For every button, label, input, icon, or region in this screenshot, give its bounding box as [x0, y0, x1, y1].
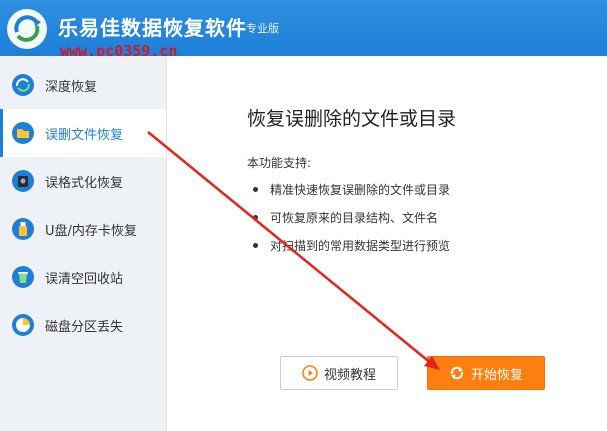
feature-item: 精准快速恢复误删除的文件或目录 [253, 181, 450, 198]
sidebar-item-partition-lost[interactable]: 磁盘分区丢失 [0, 301, 166, 349]
recycle-bin-icon [11, 265, 35, 289]
video-tutorial-button[interactable]: 视频教程 [280, 356, 398, 390]
disk-icon [11, 169, 35, 193]
app-title: 乐易佳数据恢复软件 [58, 16, 247, 40]
sidebar-item-usb-recovery[interactable]: U盘/内存卡恢复 [0, 205, 166, 253]
sidebar-item-label: 磁盘分区丢失 [45, 319, 124, 335]
sidebar-item-label: 误格式化恢复 [45, 175, 124, 191]
title-bar: 乐易佳数据恢复软件 专业版 www.pc0359.cn [0, 0, 607, 60]
support-label: 本功能支持: [247, 156, 312, 170]
refresh-icon [449, 365, 465, 381]
start-recovery-button[interactable]: 开始恢复 [427, 356, 545, 390]
sidebar-item-label: 深度恢复 [45, 79, 98, 95]
feature-text: 对扫描到的常用数据类型进行预览 [270, 239, 451, 253]
bullet-icon [253, 215, 258, 220]
sidebar: 深度恢复 误删文件恢复 误格式化恢复 U盘/内存卡恢复 误清空回收站 磁盘分区丢… [0, 56, 167, 431]
bullet-icon [253, 187, 258, 192]
video-tutorial-label: 视频教程 [323, 367, 376, 383]
feature-item: 对扫描到的常用数据类型进行预览 [253, 237, 450, 254]
edition-label: 专业版 [246, 22, 279, 35]
bullet-icon [253, 243, 258, 248]
page-title: 恢复误删除的文件或目录 [247, 108, 457, 130]
folder-icon [11, 121, 35, 145]
usb-icon [11, 217, 35, 241]
sidebar-item-recycle-bin[interactable]: 误清空回收站 [0, 253, 166, 301]
feature-item: 可恢复原来的目录结构、文件名 [253, 209, 438, 226]
start-recovery-label: 开始恢复 [470, 367, 523, 383]
sidebar-item-format-recovery[interactable]: 误格式化恢复 [0, 157, 166, 205]
sidebar-item-label: U盘/内存卡恢复 [45, 223, 137, 239]
sidebar-item-deleted-file-recovery[interactable]: 误删文件恢复 [0, 109, 166, 157]
sidebar-item-label: 误删文件恢复 [45, 127, 124, 143]
partition-icon [11, 313, 35, 337]
feature-text: 可恢复原来的目录结构、文件名 [270, 211, 439, 225]
app-logo-icon [7, 9, 47, 49]
deep-recover-icon [11, 73, 35, 97]
sidebar-item-deep-recovery[interactable]: 深度恢复 [0, 61, 166, 109]
feature-text: 精准快速恢复误删除的文件或目录 [270, 183, 451, 197]
play-icon [302, 365, 318, 381]
main-panel: 恢复误删除的文件或目录 本功能支持: 精准快速恢复误删除的文件或目录 可恢复原来… [167, 56, 607, 431]
sidebar-item-label: 误清空回收站 [45, 271, 124, 287]
